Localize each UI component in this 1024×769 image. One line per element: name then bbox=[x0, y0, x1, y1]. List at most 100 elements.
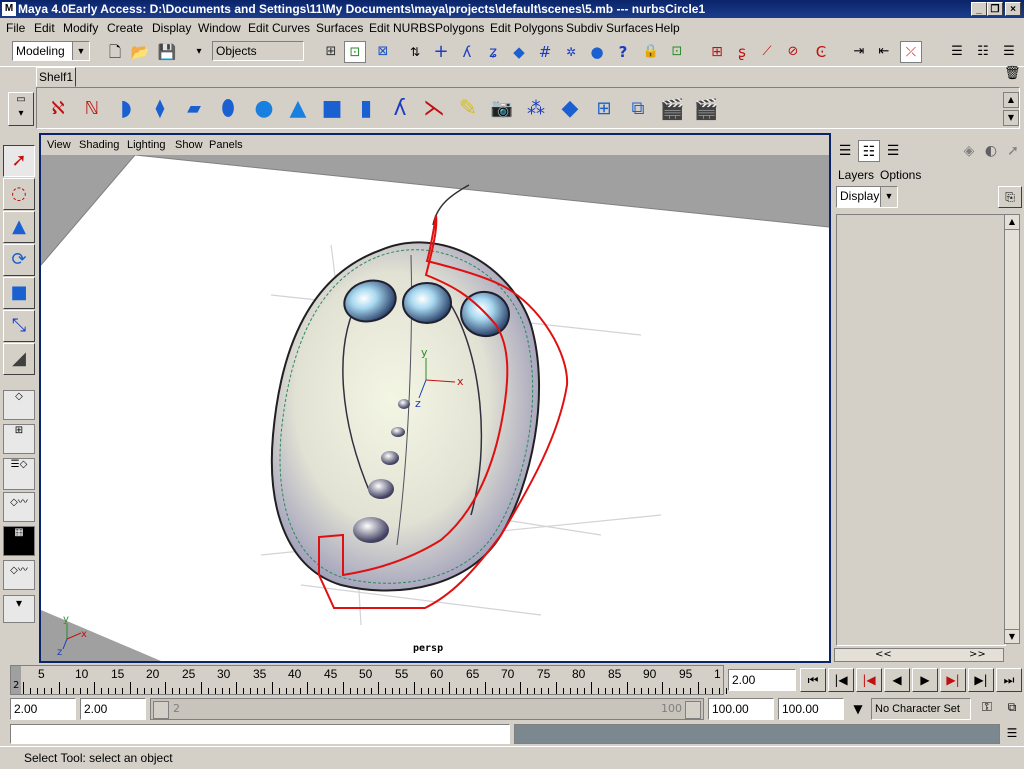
select-by-object-icon[interactable]: ⊡ bbox=[344, 41, 366, 63]
joint-icon[interactable]: ʎ bbox=[385, 94, 415, 124]
move-tool-icon[interactable]: ▲ bbox=[3, 211, 35, 243]
scroll-up-icon[interactable]: ▲ bbox=[1005, 215, 1019, 230]
layer-list-scrollbar[interactable]: ▲ ▼ bbox=[1004, 214, 1020, 644]
layers-list-icon[interactable]: ☰ bbox=[882, 140, 904, 162]
layer-shading-icon[interactable]: ◐ bbox=[980, 140, 1002, 162]
viewport-menu-lighting[interactable]: Lighting bbox=[127, 139, 166, 151]
output-connections-icon[interactable]: ⇤ bbox=[873, 41, 895, 63]
maya-app-icon[interactable]: M bbox=[2, 2, 16, 16]
loft-icon[interactable]: ⧫ bbox=[145, 94, 175, 124]
layer-list[interactable] bbox=[836, 214, 1006, 646]
menu-edit-polygons[interactable]: Edit Polygons bbox=[490, 21, 563, 35]
persp-graph-layout-icon[interactable]: ◇〰 bbox=[3, 560, 35, 590]
select-deformers-icon[interactable]: # bbox=[534, 41, 556, 63]
render-icon[interactable]: 🎬 bbox=[657, 94, 687, 124]
menu-edit-curves[interactable]: Edit Curves bbox=[248, 21, 310, 35]
select-by-hierarchy-icon[interactable]: ⊞ bbox=[320, 41, 342, 63]
new-scene-icon[interactable]: 🗋 bbox=[104, 41, 126, 63]
viewport-scene[interactable]: y x z y x z bbox=[41, 155, 829, 661]
selection-mask-field[interactable]: Objects bbox=[212, 41, 304, 61]
time-slider[interactable]: 2 5 10 15 20 25 30 35 40 45 50 55 60 65 … bbox=[10, 665, 727, 695]
particles-icon[interactable]: ⁂ bbox=[521, 94, 551, 124]
channel-layers-icon[interactable]: ☷ bbox=[858, 140, 880, 162]
cluster-icon[interactable]: ⊞ bbox=[589, 94, 619, 124]
hypershade-layout-icon[interactable]: ▦ bbox=[3, 526, 35, 556]
scroll-down-icon[interactable]: ▼ bbox=[1005, 629, 1019, 644]
select-handles-icon[interactable]: + bbox=[430, 41, 452, 63]
mask-toggle-icon[interactable]: ⇅ bbox=[404, 41, 426, 63]
select-misc-icon[interactable]: ? bbox=[612, 41, 634, 63]
select-dynamics-icon[interactable]: ✲ bbox=[560, 41, 582, 63]
shelf-scroll-down-icon[interactable]: ▼ bbox=[1003, 110, 1019, 126]
range-start-handle[interactable] bbox=[153, 701, 169, 719]
snap-curve-icon[interactable]: ʂ bbox=[731, 41, 753, 63]
perspective-viewport[interactable]: View Shading Lighting Show Panels y x z … bbox=[39, 133, 831, 663]
render-settings-icon[interactable]: ☰ bbox=[946, 41, 968, 63]
mode-selector[interactable]: Modeling ▼ bbox=[12, 41, 90, 61]
menu-surfaces[interactable]: Surfaces bbox=[316, 21, 363, 35]
play-backwards-icon[interactable]: ◀ bbox=[884, 668, 910, 692]
spot-light-icon[interactable]: ✎ bbox=[453, 94, 483, 124]
menu-create[interactable]: Create bbox=[107, 21, 143, 35]
layer-display-selector[interactable]: Display ▼ bbox=[836, 186, 898, 208]
auto-key-icon[interactable]: ⚿ bbox=[976, 700, 998, 718]
step-back-key-icon[interactable]: |◀ bbox=[828, 668, 854, 692]
playback-start-field[interactable]: 2.00 bbox=[80, 698, 146, 720]
go-to-start-icon[interactable]: ⏮ bbox=[800, 668, 826, 692]
playback-end-field[interactable]: 100.00 bbox=[708, 698, 774, 720]
revolve-icon[interactable]: ◗ bbox=[111, 94, 141, 124]
input-connections-icon[interactable]: ⇥ bbox=[848, 41, 870, 63]
open-scene-icon[interactable]: 📂 bbox=[129, 41, 151, 63]
snap-view-plane-icon[interactable]: ⊘ bbox=[782, 41, 804, 63]
cylinder-icon[interactable]: ▮ bbox=[351, 94, 381, 124]
sphere-icon[interactable]: ● bbox=[249, 94, 279, 124]
menu-polygons[interactable]: Polygons bbox=[435, 21, 484, 35]
four-pane-layout-icon[interactable]: ⊞ bbox=[3, 424, 35, 454]
menu-display[interactable]: Display bbox=[152, 21, 191, 35]
minimize-button[interactable]: _ bbox=[971, 2, 987, 16]
camera-icon[interactable]: 📷 bbox=[487, 94, 517, 124]
range-end-handle[interactable] bbox=[685, 701, 701, 719]
layer-arrow-icon[interactable]: ➚ bbox=[1002, 140, 1024, 162]
outliner-layout-icon[interactable]: ☰◇ bbox=[3, 458, 35, 490]
create-layer-icon[interactable]: ⎘ bbox=[998, 186, 1022, 208]
scale-tool-icon[interactable]: ■ bbox=[3, 277, 35, 309]
menu-window[interactable]: Window bbox=[198, 21, 241, 35]
make-live-icon[interactable]: Ͼ bbox=[810, 41, 832, 63]
snap-grid-icon[interactable]: ⊞ bbox=[706, 41, 728, 63]
menu-subdiv-surfaces[interactable]: Subdiv Surfaces bbox=[566, 21, 653, 35]
planar-icon[interactable]: ▰ bbox=[179, 94, 209, 124]
lattice-icon[interactable]: ◆ bbox=[555, 94, 585, 124]
save-scene-icon[interactable]: 💾 bbox=[156, 41, 178, 63]
go-to-end-icon[interactable]: ⏭ bbox=[996, 668, 1022, 692]
highlight-selection-icon[interactable]: ⊡ bbox=[666, 41, 688, 63]
restore-button[interactable]: ❐ bbox=[987, 2, 1003, 16]
attribute-editor-toggle-icon[interactable]: ☷ bbox=[972, 41, 994, 63]
shelf-menu-button[interactable]: ▭ ▾ bbox=[8, 92, 34, 126]
ik-handle-icon[interactable]: ⋋ bbox=[419, 94, 449, 124]
shelf-scroll-up-icon[interactable]: ▲ bbox=[1003, 92, 1019, 108]
step-back-frame-icon[interactable]: |◀ bbox=[856, 668, 882, 692]
step-forward-key-icon[interactable]: ▶| bbox=[968, 668, 994, 692]
single-pane-layout-icon[interactable]: ◇ bbox=[3, 390, 35, 420]
rotate-tool-icon[interactable]: ⟳ bbox=[3, 244, 35, 276]
scroll-left-button[interactable]: << bbox=[875, 649, 892, 660]
construction-history-icon[interactable]: ⤫ bbox=[900, 41, 922, 63]
layers-menu[interactable]: Layers bbox=[838, 168, 874, 182]
viewport-menu-view[interactable]: View bbox=[47, 139, 71, 151]
shelf-tab[interactable]: Shelf1 bbox=[36, 67, 76, 87]
channel-box-toggle-icon[interactable]: ☰ bbox=[998, 41, 1020, 63]
close-button[interactable]: × bbox=[1005, 2, 1021, 16]
character-set-chevron-down-icon[interactable]: ▼ bbox=[847, 698, 869, 720]
select-curves-icon[interactable]: ʑ bbox=[482, 41, 504, 63]
cv-curve-icon[interactable]: ℵ bbox=[43, 94, 73, 124]
lock-selection-icon[interactable]: 🔒 bbox=[640, 41, 662, 63]
menu-edit[interactable]: Edit bbox=[34, 21, 55, 35]
select-by-component-icon[interactable]: ⊠ bbox=[372, 41, 394, 63]
manipulator-tool-icon[interactable]: ⤡ bbox=[3, 310, 35, 342]
select-surfaces-icon[interactable]: ◆ bbox=[508, 41, 530, 63]
viewport-menu-panels[interactable]: Panels bbox=[209, 139, 243, 151]
play-forwards-icon[interactable]: ▶ bbox=[912, 668, 938, 692]
step-forward-frame-icon[interactable]: ▶| bbox=[940, 668, 966, 692]
layout-options-chevron-down-icon[interactable]: ▾ bbox=[3, 595, 35, 623]
